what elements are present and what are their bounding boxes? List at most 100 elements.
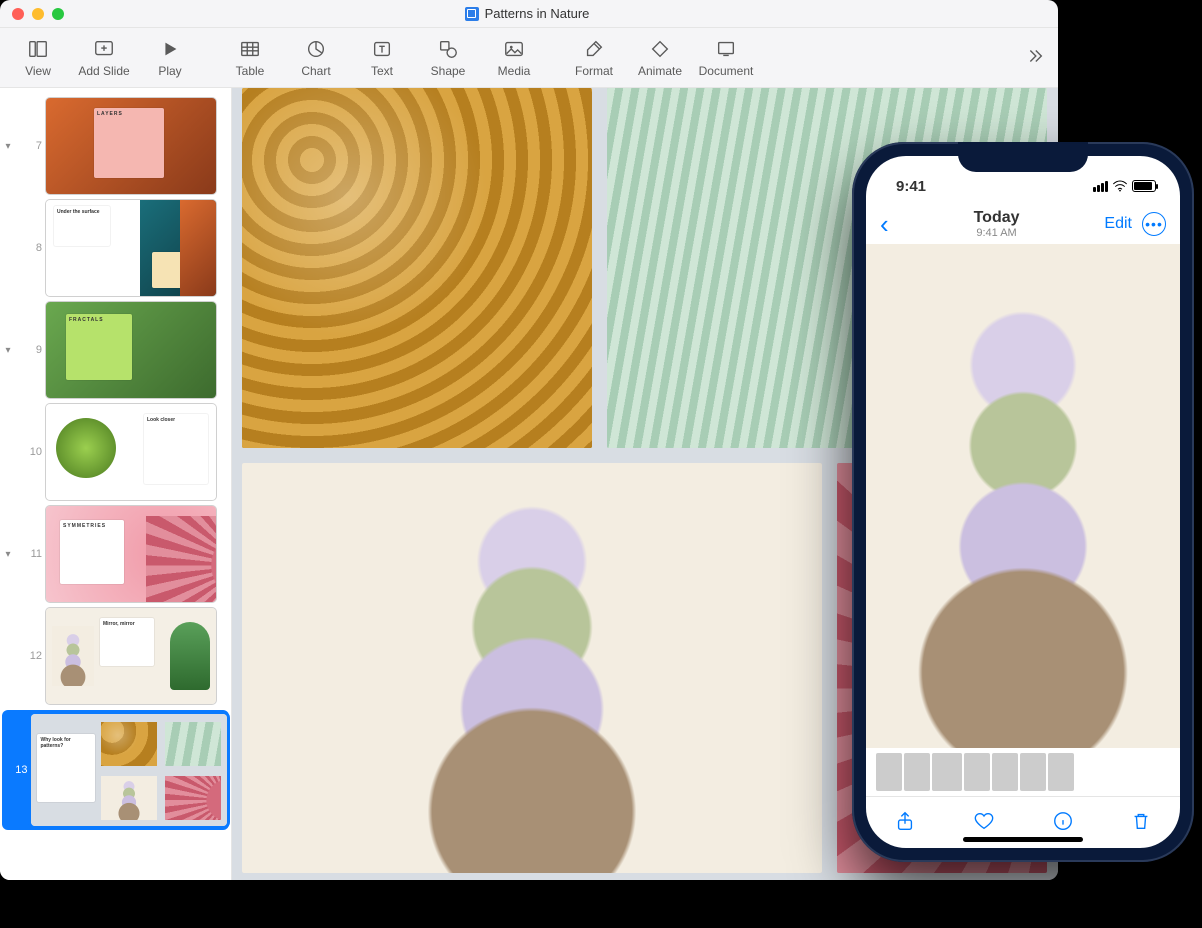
document-label: Document — [699, 64, 754, 78]
view-button[interactable]: View — [6, 34, 70, 82]
view-icon — [27, 38, 49, 60]
wifi-icon — [1112, 180, 1128, 192]
table-icon — [239, 38, 261, 60]
iphone-notch — [958, 142, 1088, 172]
thumb-title: SYMMETRIES — [63, 523, 106, 529]
photo-viewer[interactable] — [866, 244, 1180, 748]
status-time: 9:41 — [896, 178, 926, 195]
scrubber-thumb[interactable] — [876, 753, 902, 791]
thumb-title: Under the surface — [57, 209, 100, 215]
play-button[interactable]: Play — [138, 34, 202, 82]
document-icon — [715, 38, 737, 60]
nav-title-text: Today — [974, 209, 1020, 227]
window-title-text: Patterns in Nature — [485, 6, 590, 21]
minimize-window-button[interactable] — [32, 8, 44, 20]
maximize-window-button[interactable] — [52, 8, 64, 20]
nav-title: Today 9:41 AM — [974, 209, 1020, 239]
title-bar: Patterns in Nature — [0, 0, 1058, 28]
share-button[interactable] — [894, 810, 916, 835]
slide-thumbnail[interactable]: ▾ 7 LAYERS — [2, 98, 229, 194]
scrubber-thumb[interactable] — [1048, 753, 1074, 791]
chart-label: Chart — [301, 64, 330, 78]
animate-icon — [649, 38, 671, 60]
slide-thumbnail[interactable]: 8 Under the surface — [2, 200, 229, 296]
format-icon — [583, 38, 605, 60]
back-button[interactable]: ‹ — [880, 209, 889, 240]
shape-button[interactable]: Shape — [416, 34, 480, 82]
edit-button[interactable]: Edit — [1104, 215, 1132, 233]
text-icon — [371, 38, 393, 60]
battery-icon — [1132, 180, 1156, 192]
disclosure-icon[interactable]: ▾ — [2, 141, 14, 152]
toolbar: View Add Slide Play Table Chart — [0, 28, 1058, 88]
scrubber-thumb[interactable] — [1020, 753, 1046, 791]
slide-thumbnail[interactable]: ▾ 9 FRACTALS — [2, 302, 229, 398]
canvas-image-honeycomb[interactable] — [242, 88, 592, 448]
slide-number: 13 — [4, 764, 27, 776]
scrubber-thumb[interactable] — [904, 753, 930, 791]
favorite-button[interactable] — [972, 810, 996, 835]
cellular-icon — [1093, 181, 1108, 192]
media-button[interactable]: Media — [482, 34, 546, 82]
chart-button[interactable]: Chart — [284, 34, 348, 82]
media-label: Media — [498, 64, 531, 78]
chart-icon — [305, 38, 327, 60]
text-label: Text — [371, 64, 393, 78]
delete-button[interactable] — [1130, 810, 1152, 835]
slide-number: 11 — [18, 548, 42, 560]
info-button[interactable] — [1052, 810, 1074, 835]
photo-content — [866, 244, 1180, 748]
window-title: Patterns in Nature — [72, 6, 982, 21]
thumb-title: Look closer — [147, 417, 175, 423]
scrubber-thumb[interactable] — [964, 753, 990, 791]
document-icon — [465, 7, 479, 21]
play-icon — [159, 38, 181, 60]
thumb-title: Mirror, mirror — [103, 621, 135, 627]
play-label: Play — [158, 64, 181, 78]
slide-navigator[interactable]: ▾ 7 LAYERS 8 Under the surface — [0, 88, 232, 880]
disclosure-icon[interactable]: ▾ — [2, 549, 14, 560]
slide-thumbnail-selected[interactable]: 13 Why look for patterns? — [2, 710, 229, 830]
add-slide-button[interactable]: Add Slide — [72, 34, 136, 82]
slide-number: 10 — [18, 446, 42, 458]
shape-label: Shape — [431, 64, 466, 78]
window-controls — [12, 8, 64, 20]
animate-button[interactable]: Animate — [628, 34, 692, 82]
slide-number: 8 — [18, 242, 42, 254]
slide-thumbnail[interactable]: 10 Look closer — [2, 404, 229, 500]
scrubber-thumb-selected[interactable] — [932, 753, 962, 791]
table-button[interactable]: Table — [218, 34, 282, 82]
slide-thumbnail[interactable]: ▾ 11 SYMMETRIES — [2, 506, 229, 602]
animate-label: Animate — [638, 64, 682, 78]
media-icon — [503, 38, 525, 60]
view-label: View — [25, 64, 51, 78]
scrubber-thumb[interactable] — [992, 753, 1018, 791]
format-button[interactable]: Format — [562, 34, 626, 82]
nav-subtitle-text: 9:41 AM — [974, 227, 1020, 239]
slide-thumbnail[interactable]: 12 Mirror, mirror — [2, 608, 229, 704]
plus-icon — [93, 38, 115, 60]
slide-number: 12 — [18, 650, 42, 662]
slide-number: 9 — [18, 344, 42, 356]
photo-scrubber[interactable] — [866, 748, 1180, 796]
canvas-image-shells[interactable] — [242, 463, 822, 873]
table-label: Table — [236, 64, 265, 78]
thumb-title: Why look for patterns? — [40, 737, 70, 749]
iphone-device: 9:41 ‹ Today 9:41 AM Edit ••• — [852, 142, 1194, 862]
iphone-screen: 9:41 ‹ Today 9:41 AM Edit ••• — [866, 156, 1180, 848]
document-button[interactable]: Document — [694, 34, 758, 82]
disclosure-icon[interactable]: ▾ — [2, 345, 14, 356]
format-label: Format — [575, 64, 613, 78]
close-window-button[interactable] — [12, 8, 24, 20]
status-icons — [1093, 180, 1156, 192]
toolbar-overflow-button[interactable] — [1020, 42, 1048, 70]
thumb-title: LAYERS — [97, 111, 123, 117]
home-indicator[interactable] — [963, 837, 1083, 842]
slide-number: 7 — [18, 140, 42, 152]
more-button[interactable]: ••• — [1142, 212, 1166, 236]
photos-nav-bar: ‹ Today 9:41 AM Edit ••• — [866, 204, 1180, 244]
thumb-title: FRACTALS — [69, 317, 104, 323]
shape-icon — [437, 38, 459, 60]
text-button[interactable]: Text — [350, 34, 414, 82]
add-slide-label: Add Slide — [78, 64, 129, 78]
